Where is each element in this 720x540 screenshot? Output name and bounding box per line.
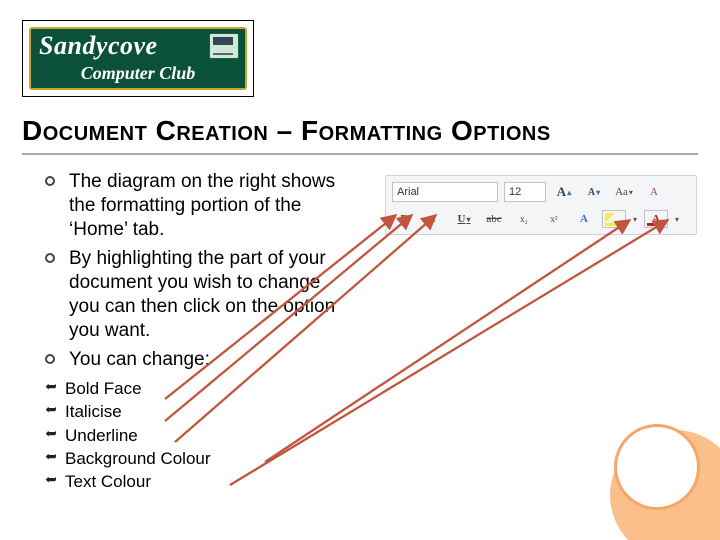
sub-bullet-list: Bold Face Italicise Underline Background… [45, 378, 345, 492]
change-case-button[interactable]: Aa [612, 182, 636, 202]
font-color-dropdown-icon[interactable]: ▾ [674, 215, 680, 224]
font-color-bar [647, 223, 659, 226]
page-title: Document Creation – Formatting Options [22, 115, 551, 147]
formatting-toolbar: Arial 12 A A Aa A B I U abc x₂ x² A ▾ A … [385, 175, 697, 235]
grow-font-button[interactable]: A [552, 182, 576, 202]
bullet-item: The diagram on the right shows the forma… [45, 170, 345, 241]
club-logo-panel: Sandycove Computer Club [29, 27, 247, 90]
font-name-value: Arial [397, 186, 419, 198]
text-effects-button[interactable]: A [572, 209, 596, 229]
club-logo-bottom-text: Computer Club [31, 63, 245, 84]
slide: Sandycove Computer Club Document Creatio… [0, 0, 720, 540]
title-rule [22, 153, 698, 155]
club-logo-top-text: Sandycove [39, 31, 158, 61]
body-text: The diagram on the right shows the forma… [45, 170, 345, 494]
shrink-font-button[interactable]: A [582, 182, 606, 202]
toolbar-row-1: Arial 12 A A Aa A [392, 179, 690, 205]
font-size-value: 12 [509, 186, 521, 198]
strikethrough-button[interactable]: abc [482, 209, 506, 229]
club-logo: Sandycove Computer Club [22, 20, 254, 97]
bullet-item: You can change: [45, 348, 345, 372]
highlight-color-dropdown-icon[interactable]: ▾ [632, 215, 638, 224]
computer-icon [209, 33, 239, 59]
font-size-dropdown[interactable]: 12 [504, 182, 546, 202]
bold-button[interactable]: B [392, 209, 416, 229]
clear-formatting-button[interactable]: A [642, 182, 666, 202]
sub-bullet-item: Background Colour [45, 448, 345, 469]
sub-bullet-item: Italicise [45, 401, 345, 422]
italic-button[interactable]: I [422, 209, 446, 229]
sub-bullet-item: Underline [45, 425, 345, 446]
sub-bullet-item: Bold Face [45, 378, 345, 399]
highlight-color-button[interactable] [602, 210, 626, 228]
subscript-button[interactable]: x₂ [512, 209, 536, 229]
bullet-item: By highlighting the part of your documen… [45, 247, 345, 342]
font-color-button[interactable]: A [644, 210, 668, 228]
corner-decoration [620, 440, 720, 540]
underline-button[interactable]: U [452, 209, 476, 229]
font-name-dropdown[interactable]: Arial [392, 182, 498, 202]
sub-bullet-item: Text Colour [45, 471, 345, 492]
toolbar-row-2: B I U abc x₂ x² A ▾ A ▾ [392, 206, 690, 232]
superscript-button[interactable]: x² [542, 209, 566, 229]
deco-circle-outline [614, 424, 700, 510]
